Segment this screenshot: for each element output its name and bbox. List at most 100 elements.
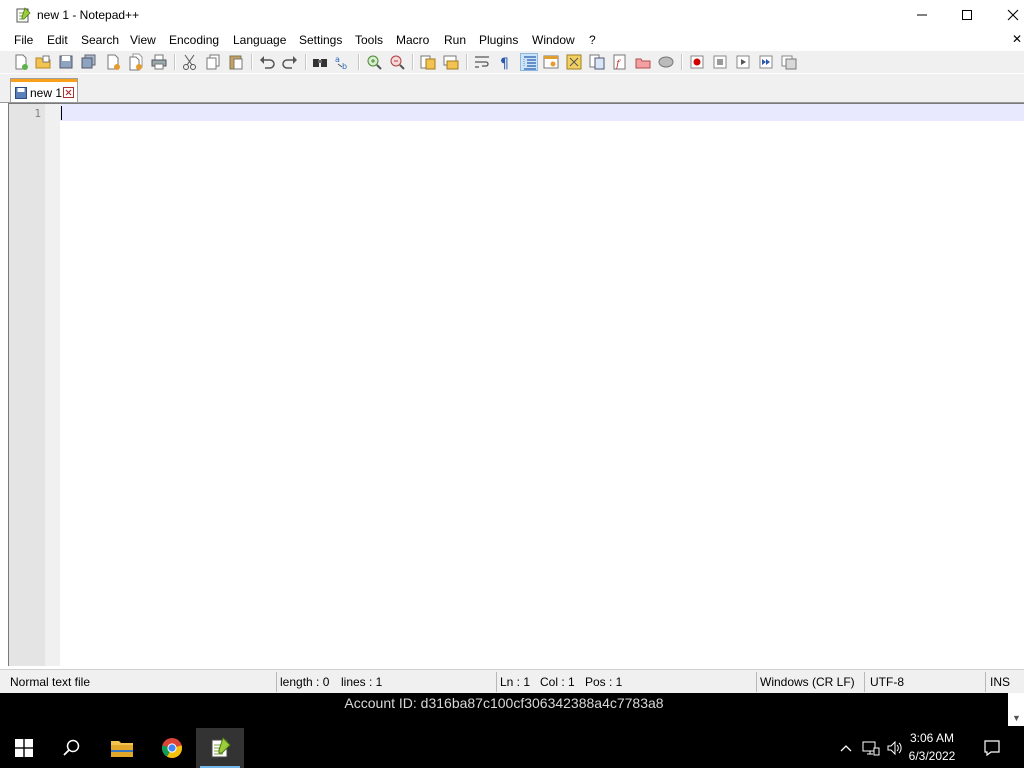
zoom-in-icon[interactable] (365, 53, 383, 71)
cut-icon[interactable] (181, 53, 199, 71)
run-macro-multiple-icon[interactable] (757, 53, 775, 71)
save-macro-icon[interactable] (780, 53, 798, 71)
menu-search[interactable]: Search (81, 33, 119, 47)
sync-vertical-icon[interactable] (419, 53, 437, 71)
start-button[interactable] (0, 728, 48, 768)
maximize-button[interactable] (944, 0, 990, 30)
show-hidden-icons-button[interactable] (836, 728, 856, 768)
status-col: Col : 1 (540, 675, 575, 689)
menu-macro[interactable]: Macro (396, 33, 429, 47)
user-defined-language-icon[interactable] (542, 53, 560, 71)
line-number-gutter: 1 (9, 104, 45, 666)
replace-icon[interactable]: ab (334, 53, 352, 71)
status-ln: Ln : 1 (500, 675, 531, 689)
word-wrap-icon[interactable] (473, 53, 491, 71)
menu-language[interactable]: Language (233, 33, 286, 47)
toolbar-separator (466, 54, 468, 70)
notepad-plus-plus-window: new 1 - Notepad++ File Edit Search View … (0, 0, 1024, 693)
maximize-icon (962, 10, 972, 20)
print-icon[interactable] (150, 53, 168, 71)
search-icon (63, 739, 80, 756)
scroll-down-icon[interactable]: ▼ (1012, 713, 1021, 723)
status-divider (864, 672, 865, 692)
taskbar-file-explorer[interactable] (98, 728, 146, 768)
close-icon (1007, 9, 1019, 21)
status-encoding: UTF-8 (870, 675, 904, 689)
svg-text:b: b (342, 62, 347, 71)
paste-icon[interactable] (227, 53, 245, 71)
folder-as-workspace-icon[interactable] (634, 53, 652, 71)
clock-date: 6/3/2022 (908, 749, 956, 763)
playback-macro-icon[interactable] (734, 53, 752, 71)
status-insert-mode[interactable]: INS (990, 675, 1010, 689)
monitoring-icon[interactable] (657, 53, 675, 71)
notepad-plus-plus-icon (211, 737, 231, 758)
toolbar-separator (305, 54, 307, 70)
toolbar-separator (358, 54, 360, 70)
menu-help[interactable]: ? (589, 33, 596, 47)
toolbar: ab ¶ f (0, 51, 1024, 73)
tab-label: new 1 (30, 86, 63, 100)
account-banner: Account ID: d316ba87c100cf306342388a4c77… (0, 693, 1008, 713)
tab-active-indicator (11, 79, 77, 82)
toolbar-separator (251, 54, 253, 70)
svg-text:a: a (335, 55, 340, 64)
svg-text:¶: ¶ (500, 56, 509, 71)
title-bar[interactable]: new 1 - Notepad++ (0, 0, 1024, 30)
notepad-plus-plus-icon (15, 7, 31, 23)
toolbar-separator (412, 54, 414, 70)
status-lines: lines : 1 (341, 675, 383, 689)
sync-horizontal-icon[interactable] (442, 53, 460, 71)
menu-encoding[interactable]: Encoding (169, 33, 219, 47)
save-icon (15, 87, 27, 99)
close-all-icon[interactable] (127, 53, 145, 71)
status-pos: Pos : 1 (585, 675, 623, 689)
menu-run[interactable]: Run (444, 33, 466, 47)
function-list-icon[interactable]: f (611, 53, 629, 71)
menu-tools[interactable]: Tools (355, 33, 383, 47)
status-divider (756, 672, 757, 692)
indent-guide-icon[interactable] (520, 53, 538, 71)
status-file-type: Normal text file (10, 675, 91, 689)
close-document-icon[interactable]: ✕ (1012, 32, 1022, 46)
taskbar: 3:06 AM 6/3/2022 (0, 728, 1024, 768)
zoom-out-icon[interactable] (388, 53, 406, 71)
menu-file[interactable]: File (14, 33, 33, 47)
close-button[interactable] (990, 0, 1024, 30)
record-macro-icon[interactable] (688, 53, 706, 71)
redo-icon[interactable] (281, 53, 299, 71)
notifications-icon (984, 740, 1000, 757)
open-file-icon[interactable] (34, 53, 52, 71)
menu-plugins[interactable]: Plugins (479, 33, 518, 47)
undo-icon[interactable] (258, 53, 276, 71)
close-file-icon[interactable] (104, 53, 122, 71)
scroll-strip[interactable]: ▼ (1008, 693, 1024, 726)
menu-view[interactable]: View (130, 33, 156, 47)
tab-bar: new 1 (0, 74, 1024, 103)
taskbar-search-button[interactable] (48, 728, 96, 768)
editor-area[interactable]: 1 (8, 103, 1024, 666)
document-list-icon[interactable] (588, 53, 606, 71)
stop-recording-icon[interactable] (711, 53, 729, 71)
taskbar-chrome[interactable] (148, 728, 196, 768)
document-map-icon[interactable] (565, 53, 583, 71)
save-all-icon[interactable] (80, 53, 98, 71)
network-button[interactable] (860, 728, 882, 768)
new-file-icon[interactable] (12, 53, 30, 71)
tab-close-icon[interactable] (63, 87, 74, 98)
notifications-button[interactable] (976, 728, 1008, 768)
show-all-characters-icon[interactable]: ¶ (496, 53, 514, 71)
minimize-button[interactable] (899, 0, 945, 30)
save-icon[interactable] (57, 53, 75, 71)
tab-new-1[interactable]: new 1 (10, 78, 78, 102)
menu-settings[interactable]: Settings (299, 33, 342, 47)
taskbar-notepad-plus-plus[interactable] (196, 728, 244, 768)
minimize-icon (917, 14, 927, 16)
status-eol[interactable]: Windows (CR LF) (760, 675, 855, 689)
fold-margin[interactable] (45, 104, 60, 666)
find-icon[interactable] (311, 53, 329, 71)
copy-icon[interactable] (204, 53, 222, 71)
menu-window[interactable]: Window (532, 33, 575, 47)
menu-edit[interactable]: Edit (47, 33, 68, 47)
menu-bar: File Edit Search View Encoding Language … (0, 30, 1024, 50)
